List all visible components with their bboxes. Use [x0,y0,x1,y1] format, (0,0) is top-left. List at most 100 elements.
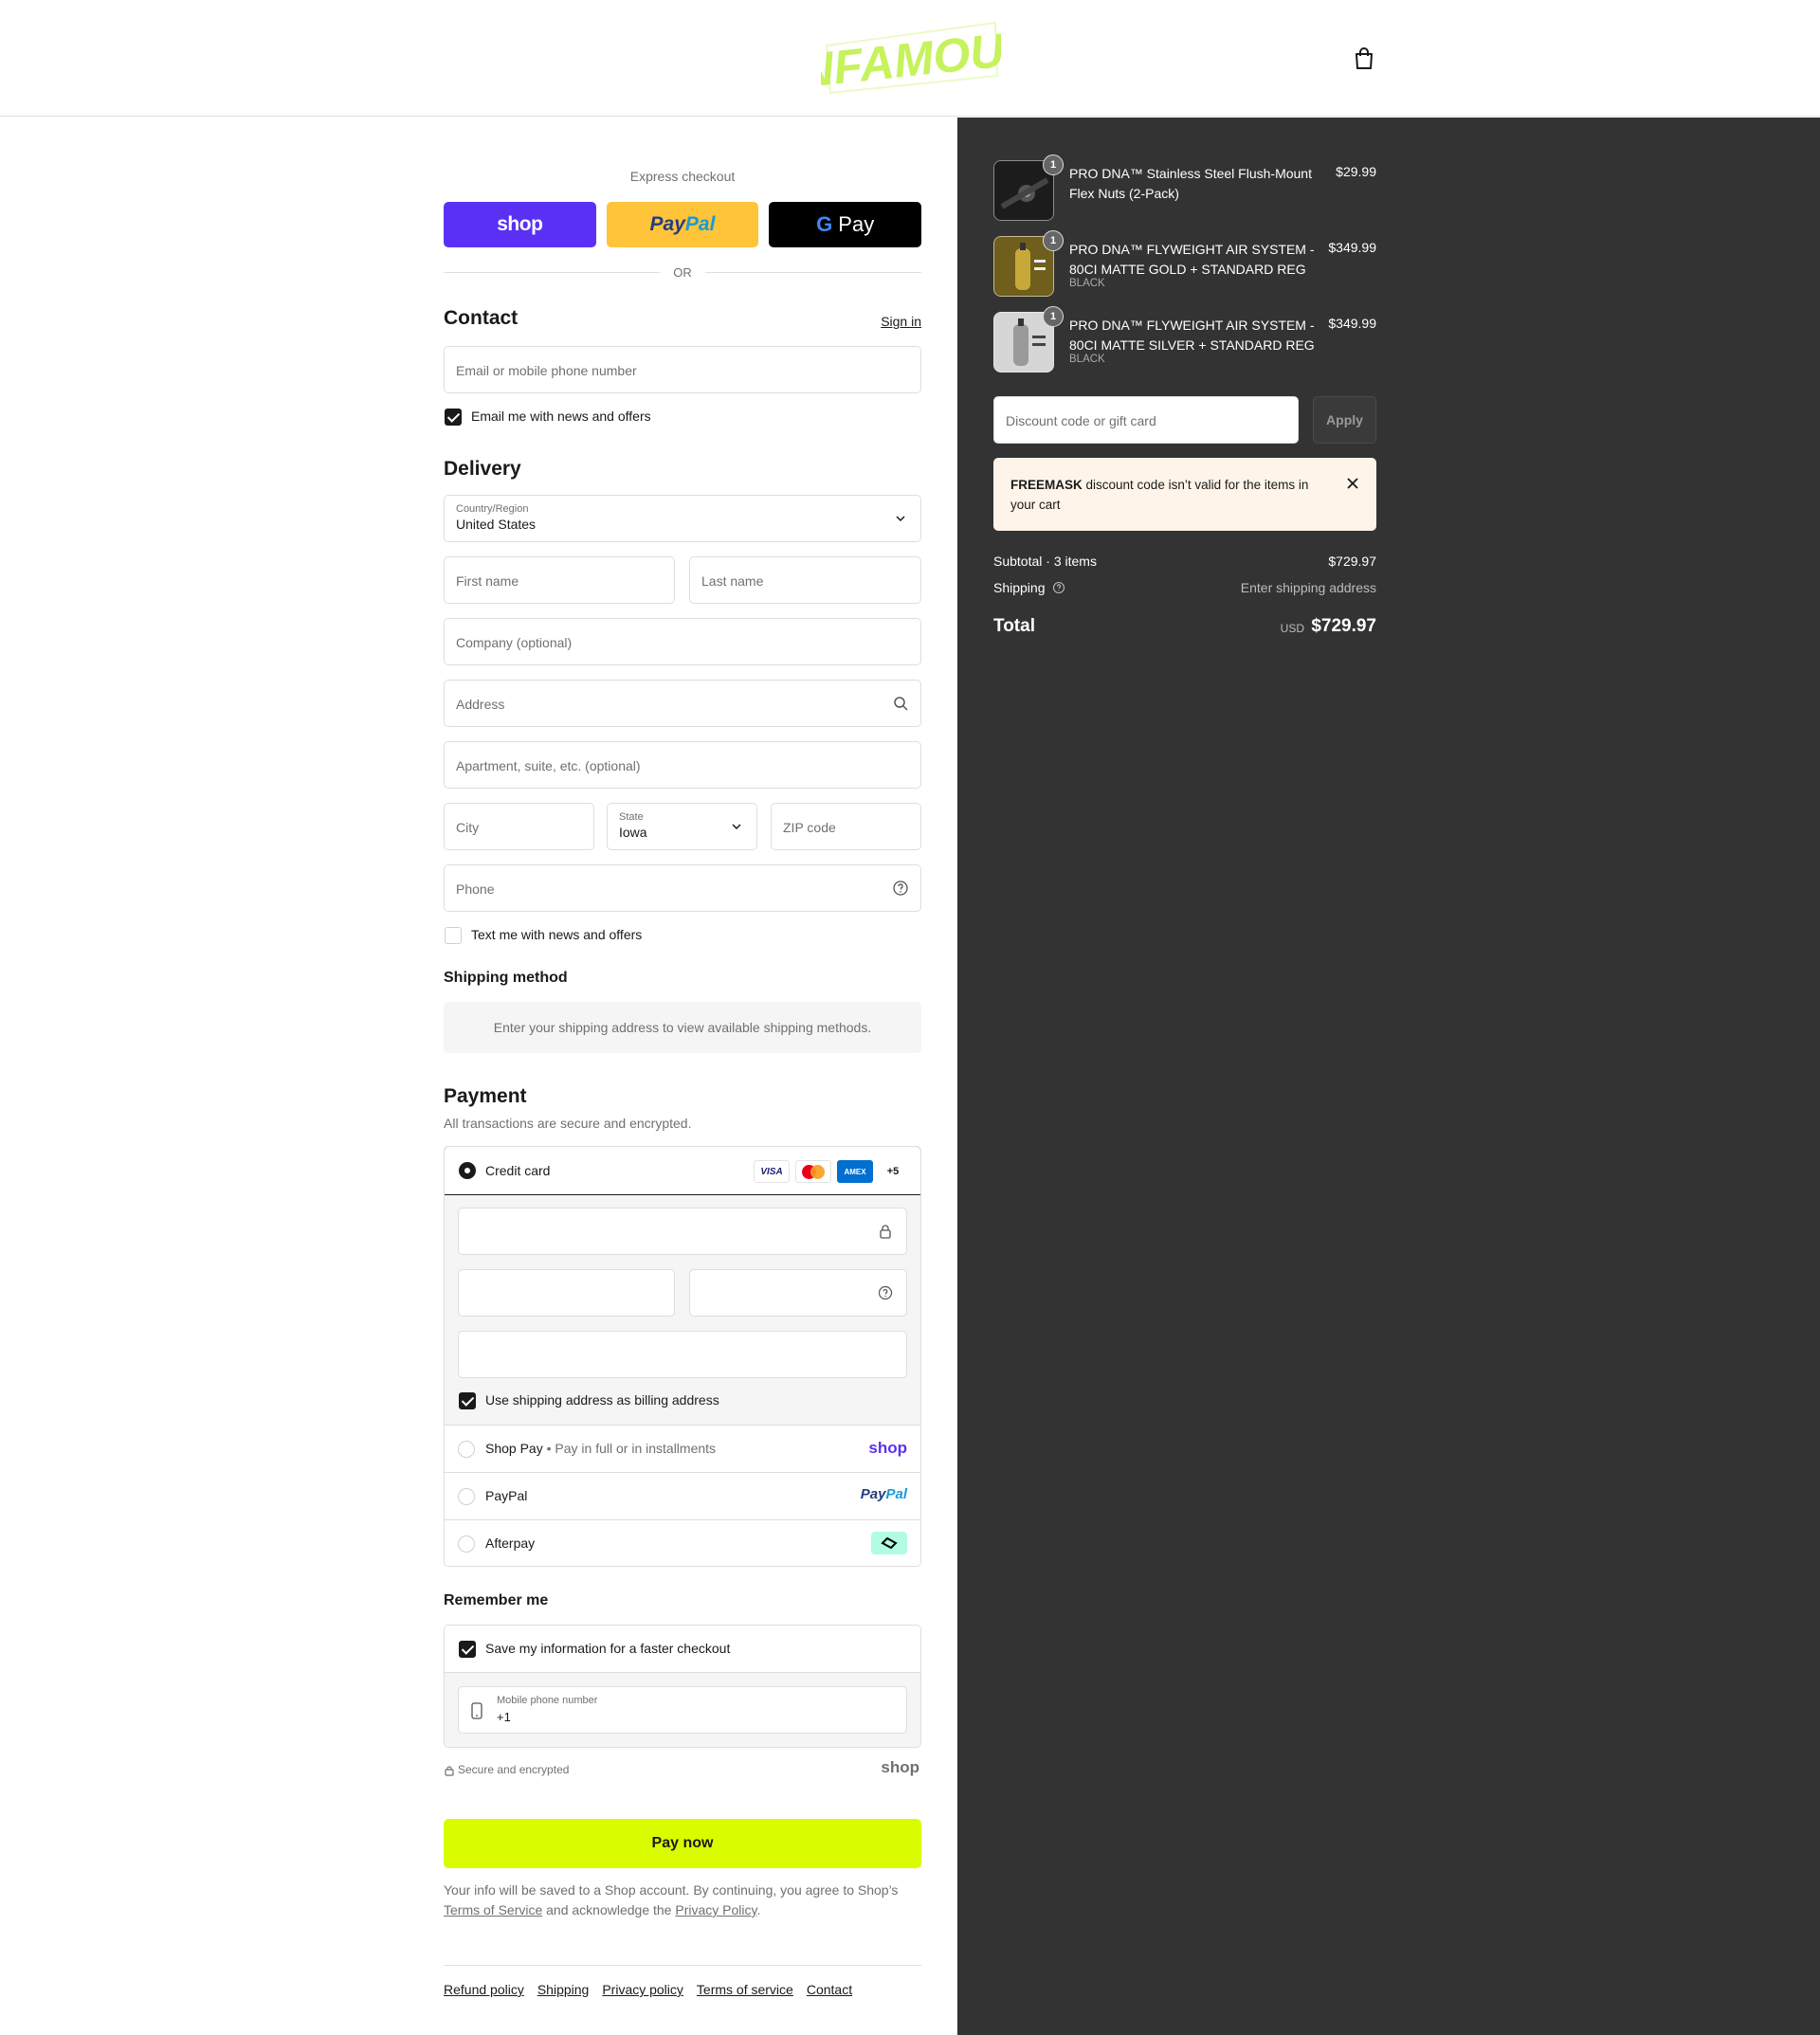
paypal-option[interactable]: PayPal PayPal [445,1473,920,1520]
remember-me-title: Remember me [444,1592,549,1608]
apartment-field[interactable]: Apartment, suite, etc. (optional) [444,741,921,789]
help-circle-icon[interactable] [1052,581,1065,594]
footer-shipping-link[interactable]: Shipping [537,1982,590,1997]
card-number-field[interactable] [458,1208,907,1255]
legal-text-3: . [756,1902,761,1917]
item-name: PRO DNA™ FLYWEIGHT AIR SYSTEM - 80CI MAT… [1069,242,1315,277]
save-info-details: Mobile phone number +1 [445,1673,920,1747]
express-checkout-title: Express checkout [629,169,736,184]
discount-code-name: FREEMASK [1010,478,1083,492]
shipping-label: Shipping [993,580,1046,595]
sign-in-link[interactable]: Sign in [881,314,921,329]
payment-methods: Credit card VISA AMEX +5 Use shipping ad… [444,1146,921,1567]
footer-divider [444,1965,921,1966]
email-news-checkbox[interactable] [445,409,462,426]
phone-field[interactable]: Phone [444,864,921,912]
city-field[interactable]: City [444,803,594,850]
zip-field[interactable]: ZIP code [771,803,921,850]
item-name: PRO DNA™ Stainless Steel Flush-Mount Fle… [1069,166,1312,201]
apply-discount-button[interactable]: Apply [1313,396,1376,444]
paypal-radio[interactable] [458,1488,475,1505]
shop-privacy-link[interactable]: Privacy Policy [675,1902,756,1917]
mastercard-icon [795,1160,831,1183]
save-info-checkbox[interactable] [459,1641,476,1658]
shop-pay-radio[interactable] [458,1441,475,1458]
paypal-express-button[interactable]: Pay Pal [606,202,759,247]
shop-terms-link[interactable]: Terms of Service [444,1902,542,1917]
discount-error-text: FREEMASK discount code isn’t valid for t… [1010,475,1323,515]
security-code-field[interactable] [689,1269,907,1317]
card-logos: VISA AMEX +5 [754,1160,907,1183]
footer-contact-link[interactable]: Contact [807,1982,852,1997]
contact-title: Contact [444,307,519,329]
express-checkout-buttons: shop Pay Pal G Pay [444,202,922,247]
last-name-field[interactable]: Last name [689,556,921,604]
quantity-badge: 1 [1043,154,1064,175]
text-news-checkbox[interactable] [445,927,462,944]
afterpay-radio[interactable] [458,1535,475,1553]
total-label: Total [993,616,1035,636]
shipping-row: Shipping Enter shipping address [993,580,1376,595]
zip-placeholder: ZIP code [783,820,836,835]
credit-card-radio[interactable] [459,1162,476,1179]
email-field[interactable]: Email or mobile phone number [444,346,921,393]
afterpay-option[interactable]: Afterpay [445,1520,920,1566]
shipping-method-text: Enter your shipping address to view avai… [493,1020,872,1035]
first-name-field[interactable]: First name [444,556,675,604]
brand-logo[interactable]: INFAMOUS [784,17,1038,99]
item-variant: BLACK [1069,278,1105,289]
item-price: $29.99 [1336,164,1376,179]
save-info-label: Save my information for a faster checkou… [485,1641,731,1656]
total-value: $729.97 [1311,616,1376,636]
first-name-placeholder: First name [456,573,519,589]
address-field[interactable]: Address [444,680,921,727]
state-select[interactable]: State Iowa [607,803,757,850]
credit-card-option[interactable]: Credit card VISA AMEX +5 [445,1147,920,1195]
text-news-label: Text me with news and offers [471,927,643,942]
pay-now-button[interactable]: Pay now [444,1819,921,1868]
more-cards-badge: +5 [879,1160,907,1183]
state-value: Iowa [619,825,647,840]
logo-text: INFAMOUS [821,20,1001,99]
gpay-label: Pay [838,212,875,236]
shipping-method-message: Enter your shipping address to view avai… [444,1002,921,1053]
footer-terms-of-service-link[interactable]: Terms of service [697,1982,793,1997]
footer-refund-policy-link[interactable]: Refund policy [444,1982,524,1997]
mobile-phone-field[interactable]: Mobile phone number +1 [458,1686,907,1734]
shop-pay-label: shop [497,213,543,235]
afterpay-logo-icon [871,1532,907,1554]
paypal-label-a: Pay [649,213,685,235]
legal-text: Your info will be saved to a Shop accoun… [444,1881,921,1920]
lock-icon [878,1224,893,1239]
apartment-placeholder: Apartment, suite, etc. (optional) [456,758,641,773]
last-name-placeholder: Last name [701,573,764,589]
billing-address-checkbox[interactable] [459,1392,476,1409]
country-value: United States [456,517,537,532]
item-price: $349.99 [1328,240,1376,255]
footer-privacy-policy-link[interactable]: Privacy policy [602,1982,683,1997]
cart-icon[interactable] [1354,47,1374,70]
google-pay-express-button[interactable]: G Pay [769,202,922,247]
country-select[interactable]: Country/Region United States [444,495,921,542]
close-icon[interactable] [1344,475,1361,492]
shop-pay-option[interactable]: Shop Pay • Pay in full or in installment… [445,1426,920,1473]
company-field[interactable]: Company (optional) [444,618,921,665]
discount-code-placeholder: Discount code or gift card [1006,413,1156,428]
mobile-phone-value: +1 [497,1710,511,1724]
subtotal-value: $729.97 [1328,554,1376,569]
subtotal-row: Subtotal · 3 items $729.97 [993,554,1376,569]
shop-pay-subtitle: Pay in full or in installments [555,1441,717,1456]
discount-code-field[interactable]: Discount code or gift card [993,396,1299,444]
or-divider: OR [444,263,921,282]
state-label: State [619,811,644,823]
expiration-field[interactable] [458,1269,675,1317]
help-circle-icon[interactable] [878,1285,893,1300]
total-row: Total USD $729.97 [993,616,1376,637]
cart-item: 1 PRO DNA™ Stainless Steel Flush-Mount F… [993,154,1376,221]
save-info-row: Save my information for a faster checkou… [445,1626,920,1673]
name-on-card-field[interactable] [458,1331,907,1378]
help-circle-icon[interactable] [892,880,909,897]
quantity-badge: 1 [1043,306,1064,327]
city-placeholder: City [456,820,480,835]
shop-pay-express-button[interactable]: shop [444,202,596,247]
